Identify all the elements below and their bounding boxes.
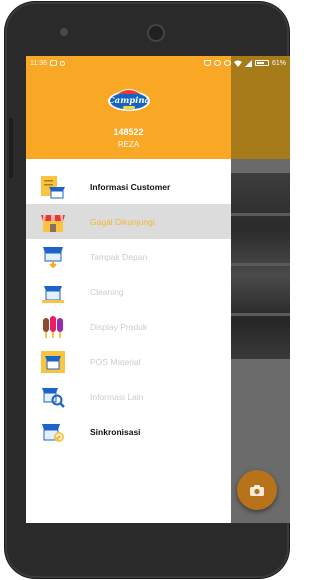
drawer-header: Campina 148522 REZA: [26, 56, 231, 159]
navigation-drawer: Campina 148522 REZA Informasi Customer G…: [26, 56, 231, 523]
screen: 11:36 61% Campina 148522 REZA Informasi …: [26, 56, 290, 523]
other-info-icon: [42, 387, 65, 408]
menu-item-display-produk[interactable]: Display Produk: [26, 309, 231, 344]
wifi-icon: [233, 60, 242, 67]
menu-item-tampak-depan[interactable]: Tampak Depan: [26, 239, 231, 274]
app-notification-icon: [50, 60, 57, 66]
volume-button: [9, 118, 13, 178]
menu-item-pos-material[interactable]: POS Material: [26, 344, 231, 379]
campina-logo: Campina: [106, 84, 152, 114]
failed-visit-store-icon: [41, 214, 65, 232]
cleaning-icon: [42, 285, 64, 303]
menu-label-sinkronisasi: Sinkronisasi: [90, 426, 141, 437]
user-name: REZA: [117, 140, 140, 149]
menu-item-gagal-dikunjungi[interactable]: Gagal Dikunjungi: [26, 204, 231, 239]
phone-frame: 11:36 61% Campina 148522 REZA Informasi …: [5, 2, 290, 578]
battery-percent: 61%: [271, 59, 286, 67]
sync-icon: [42, 423, 64, 442]
menu-label-tampak-depan: Tampak Depan: [90, 251, 148, 262]
signal-icon: [244, 59, 252, 67]
bell-icon: [203, 60, 211, 66]
phone-bottom-bezel: [5, 524, 289, 578]
menu-label-informasi-lain: Informasi Lain: [90, 391, 144, 402]
front-camera-icon: [60, 28, 68, 36]
menu-item-informasi-customer[interactable]: Informasi Customer: [26, 169, 231, 204]
menu-item-cleaning[interactable]: Cleaning: [26, 274, 231, 309]
menu-label-pos-material: POS Material: [90, 356, 141, 367]
menu-label-informasi-customer: Informasi Customer: [90, 181, 171, 192]
earpiece-icon: [147, 24, 165, 42]
drawer-menu: Informasi Customer Gagal Dikunjungi Tamp…: [26, 169, 231, 449]
user-id: 148522: [113, 127, 144, 137]
menu-label-cleaning: Cleaning: [90, 286, 124, 297]
background-photo: [231, 173, 290, 359]
alarm-icon: [213, 60, 221, 66]
camera-icon: [250, 484, 264, 496]
status-bar: 11:36 61%: [26, 56, 290, 70]
menu-label-display-produk: Display Produk: [90, 321, 148, 332]
status-time: 11:36: [30, 59, 47, 67]
menu-label-gagal-dikunjungi: Gagal Dikunjungi: [90, 216, 155, 227]
battery-icon: [254, 60, 269, 66]
store-front-icon: [43, 246, 63, 268]
display-product-icon: [43, 315, 63, 338]
menu-item-sinkronisasi[interactable]: Sinkronisasi: [26, 414, 231, 449]
pos-material-icon: [41, 350, 65, 373]
customer-info-icon: [41, 175, 65, 198]
camera-fab-button[interactable]: [237, 470, 277, 510]
menu-item-informasi-lain[interactable]: Informasi Lain: [26, 379, 231, 414]
alarm-icon-2: [223, 60, 231, 66]
notification-dot-icon: [60, 60, 65, 66]
phone-top-bezel: [5, 2, 289, 52]
logo-text: Campina: [108, 96, 150, 106]
